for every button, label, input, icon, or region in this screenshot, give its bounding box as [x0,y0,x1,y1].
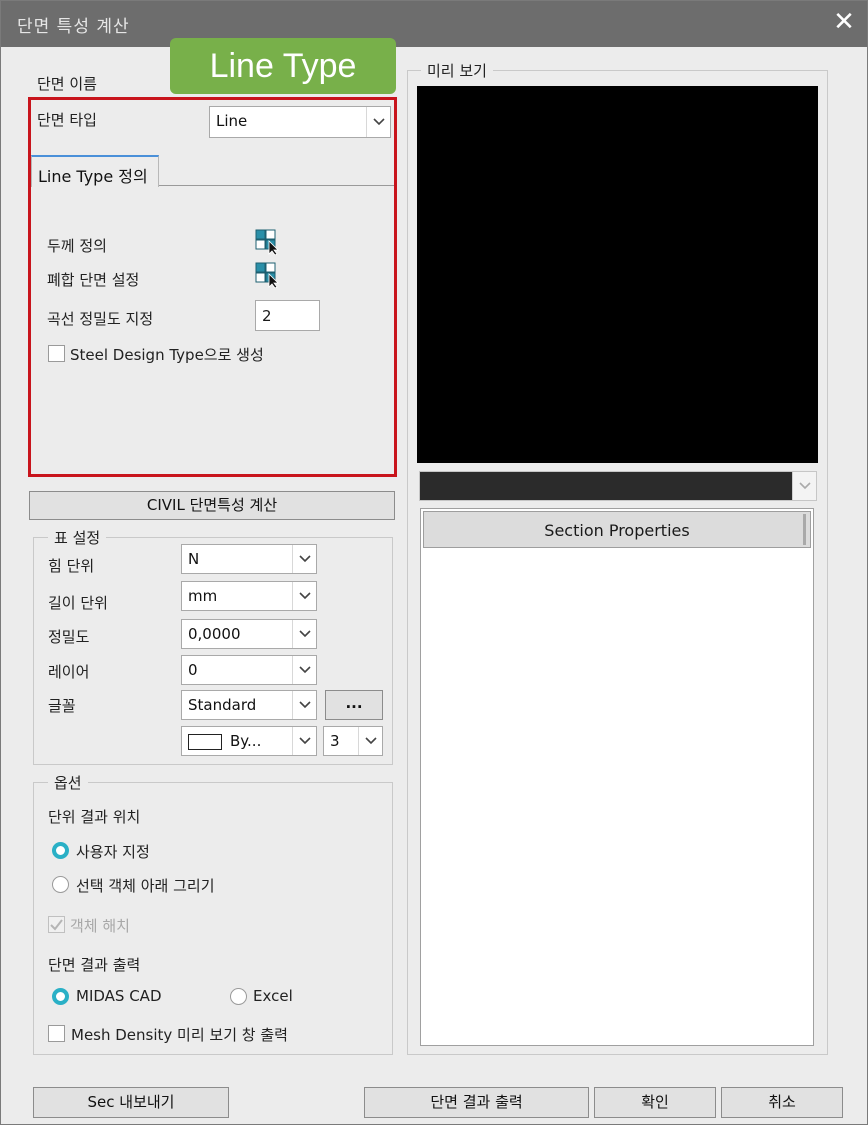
tab-divider [159,185,394,186]
preview-canvas[interactable] [417,86,818,463]
layer-select[interactable]: 0 [181,655,317,685]
section-properties-panel[interactable]: Section Properties [420,508,814,1046]
chevron-down-icon [292,656,316,684]
curve-precision-label: 곡선 정밀도 지정 [47,310,154,328]
unhatch-label: 객체 해치 [70,917,130,935]
excel-radio[interactable] [230,988,247,1005]
user-defined-radio[interactable] [52,842,69,859]
font-more-button[interactable]: ... [325,690,383,720]
length-unit-value: mm [188,587,218,605]
precision-label: 정밀도 [48,628,90,646]
pick-icon[interactable] [255,262,281,289]
font-value: Standard [188,696,257,714]
window-title: 단면 특성 계산 [17,17,130,37]
color-value: By... [230,732,262,750]
force-unit-label: 힘 단위 [48,557,95,575]
chevron-down-icon [292,620,316,648]
layer-label: 레이어 [48,663,90,681]
section-output-button[interactable]: 단면 결과 출력 [364,1087,589,1118]
chevron-down-icon [358,727,382,755]
midas-cad-radio[interactable] [52,988,69,1005]
size-select[interactable]: 3 [323,726,383,756]
font-label: 글꼴 [48,697,76,715]
force-unit-value: N [188,550,200,568]
section-properties-header-label: Section Properties [544,521,690,540]
column-separator[interactable] [803,514,806,545]
chevron-down-icon [792,472,816,500]
size-value: 3 [330,732,340,750]
tab-line-type-definition[interactable]: Line Type 정의 [31,155,159,187]
table-settings-title: 표 설정 [48,527,107,548]
check-icon [50,919,63,931]
font-select[interactable]: Standard [181,690,317,720]
steel-design-label: Steel Design Type으로 생성 [70,346,264,364]
color-swatch [188,734,222,750]
ok-button[interactable]: 확인 [594,1087,716,1118]
color-select[interactable]: By... [181,726,317,756]
title-bar[interactable]: 단면 특성 계산 ✕ [1,1,867,47]
chevron-down-icon [366,107,390,137]
pick-icon[interactable] [255,229,281,256]
precision-select[interactable]: 0,0000 [181,619,317,649]
section-type-select[interactable]: Line [209,106,391,138]
mesh-density-checkbox[interactable] [48,1025,65,1042]
length-unit-select[interactable]: mm [181,581,317,611]
result-output-label: 단면 결과 출력 [48,956,141,974]
midas-cad-label: MIDAS CAD [76,987,162,1005]
curve-precision-value: 2 [262,307,272,325]
user-defined-label: 사용자 지정 [76,843,150,861]
civil-calc-button[interactable]: CIVIL 단면특성 계산 [29,491,395,520]
layer-value: 0 [188,661,198,679]
sec-export-button[interactable]: Sec 내보내기 [33,1087,229,1118]
section-type-value: Line [216,112,248,130]
steel-design-checkbox[interactable] [48,345,65,362]
section-type-label: 단면 타입 [37,111,97,129]
close-icon[interactable]: ✕ [831,9,857,35]
mesh-density-label: Mesh Density 미리 보기 창 출력 [71,1026,288,1044]
preview-title: 미리 보기 [421,60,493,81]
draw-below-label: 선택 객체 아래 그리기 [76,877,215,895]
chevron-down-icon [292,545,316,573]
excel-label: Excel [253,987,293,1005]
options-title: 옵션 [48,772,88,793]
force-unit-select[interactable]: N [181,544,317,574]
curve-precision-input[interactable]: 2 [255,300,320,331]
composite-section-label: 폐합 단면 설정 [47,271,140,289]
unit-result-position-label: 단위 결과 위치 [48,808,141,826]
cancel-button[interactable]: 취소 [721,1087,843,1118]
line-type-badge: Line Type [170,38,396,94]
thickness-label: 두께 정의 [47,237,107,255]
chevron-down-icon [292,727,316,755]
chevron-down-icon [292,691,316,719]
precision-value: 0,0000 [188,625,241,643]
length-unit-label: 길이 단위 [48,594,108,612]
preview-view-select[interactable] [419,471,817,501]
chevron-down-icon [292,582,316,610]
tab-label: Line Type 정의 [38,167,148,186]
section-properties-header[interactable]: Section Properties [423,511,811,548]
draw-below-radio[interactable] [52,876,69,893]
section-name-label: 단면 이름 [37,75,97,93]
unhatch-checkbox[interactable] [48,916,65,933]
